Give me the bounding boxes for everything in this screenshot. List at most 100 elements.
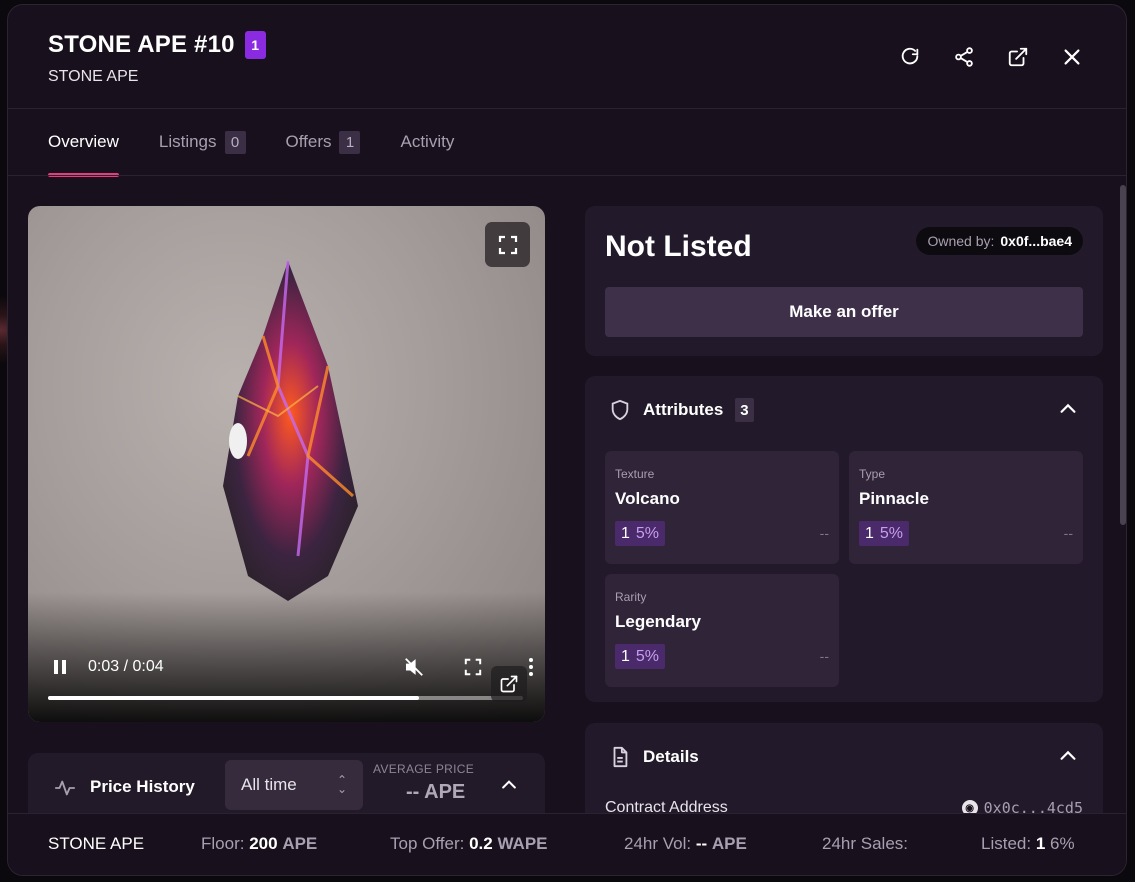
- attributes-count: 3: [735, 398, 754, 422]
- video-fullscreen-button[interactable]: [464, 652, 482, 682]
- attribute-value: Pinnacle: [859, 489, 929, 508]
- listed-percent: 6%: [1050, 834, 1075, 853]
- muted-icon: [405, 658, 423, 676]
- attribute-floor: --: [1063, 525, 1073, 541]
- chevron-up-icon[interactable]: [1057, 398, 1079, 420]
- floor-value: 200: [249, 834, 278, 853]
- chevron-up-icon[interactable]: [499, 775, 519, 795]
- top-offer-value: 0.2: [469, 834, 493, 853]
- floor-stat: Floor: 200 APE: [201, 834, 317, 854]
- video-controls: 0:03 / 0:04: [48, 652, 533, 682]
- scrollbar[interactable]: [1120, 185, 1126, 525]
- pause-icon: [54, 660, 66, 674]
- attribute-rarity-card[interactable]: Rarity Legendary 1 5% --: [605, 574, 839, 687]
- attribute-floor: --: [819, 648, 829, 664]
- volume-stat: 24hr Vol: -- APE: [624, 834, 747, 854]
- attribute-rarity: 1 5%: [859, 521, 910, 546]
- title-row: STONE APE #10 1: [48, 31, 266, 59]
- header-actions: [894, 41, 1088, 73]
- tab-listings[interactable]: Listings 0: [159, 109, 246, 175]
- volume-value: --: [695, 834, 708, 853]
- tab-label: Offers: [285, 132, 332, 151]
- attribute-percent: 5%: [635, 524, 660, 542]
- more-vertical-icon: [529, 658, 533, 676]
- listed-stat: Listed: 1 6%: [981, 834, 1075, 854]
- collection-name[interactable]: STONE APE: [48, 68, 138, 86]
- attributes-header[interactable]: Attributes 3: [609, 396, 754, 424]
- title-badge: 1: [244, 31, 266, 59]
- fullscreen-button[interactable]: [485, 222, 530, 267]
- attribute-texture[interactable]: Texture Volcano 1 5% --: [605, 451, 839, 564]
- listing-card: Not Listed Owned by: 0x0f...bae4 Make an…: [585, 206, 1103, 356]
- shield-icon: [611, 399, 629, 421]
- average-price-label: AVERAGE PRICE: [373, 762, 475, 776]
- tab-label: Overview: [48, 132, 119, 151]
- close-icon: [1064, 49, 1080, 65]
- attribute-count: 1: [621, 647, 630, 665]
- sales-stat: 24hr Sales:: [822, 834, 908, 854]
- collection-stats-bar: STONE APE Floor: 200 APE Top Offer: 0.2 …: [8, 813, 1126, 875]
- owner-address: 0x0f...bae4: [1000, 233, 1072, 249]
- listed-label: Listed:: [981, 834, 1032, 853]
- video-progress-fill: [48, 696, 419, 700]
- attribute-percent: 5%: [879, 524, 904, 542]
- top-offer-label: Top Offer:: [390, 834, 465, 853]
- time-range-value: All time: [241, 775, 297, 794]
- open-external-button[interactable]: [1002, 41, 1034, 73]
- attribute-type-card[interactable]: Type Pinnacle 1 5% --: [849, 451, 1083, 564]
- share-icon: [955, 47, 973, 67]
- tab-count: 1: [339, 130, 361, 154]
- nft-title: STONE APE #10: [48, 31, 235, 58]
- activity-icon: [54, 780, 76, 796]
- nft-artwork: [223, 260, 358, 601]
- floor-unit: APE: [282, 834, 318, 853]
- tab-activity[interactable]: Activity: [400, 109, 454, 175]
- chevron-up-icon[interactable]: [1057, 745, 1079, 767]
- volume-label: 24hr Vol:: [624, 834, 692, 853]
- external-link-icon: [500, 675, 518, 693]
- pause-button[interactable]: [52, 652, 68, 682]
- make-offer-button[interactable]: Make an offer: [605, 287, 1083, 337]
- tab-count: 0: [224, 130, 246, 154]
- listed-value: 1: [1035, 834, 1046, 853]
- average-price-value: -- APE: [406, 781, 466, 803]
- sales-label: 24hr Sales:: [822, 834, 908, 853]
- tab-overview[interactable]: Overview: [48, 109, 119, 177]
- attribute-count: 1: [621, 524, 630, 542]
- fullscreen-icon: [464, 658, 482, 676]
- floor-label: Floor:: [201, 834, 245, 853]
- details-title: Details: [643, 747, 699, 766]
- document-icon: [613, 746, 628, 768]
- attribute-type: Texture: [615, 467, 655, 481]
- open-media-button[interactable]: [491, 666, 527, 702]
- video-time: 0:03 / 0:04: [88, 658, 164, 675]
- tab-label: Activity: [400, 132, 455, 151]
- close-button[interactable]: [1056, 41, 1088, 73]
- footer-collection-name[interactable]: STONE APE: [48, 834, 144, 854]
- refresh-icon: [901, 47, 919, 65]
- owner-label: Owned by:: [927, 233, 995, 249]
- tab-label: Listings: [158, 132, 217, 151]
- mute-button[interactable]: [403, 652, 425, 682]
- attribute-floor: --: [819, 525, 829, 541]
- details-header[interactable]: Details: [609, 743, 699, 771]
- top-offer-unit: WAPE: [497, 834, 548, 853]
- tab-bar: Overview Listings 0 Offers 1 Activity: [48, 109, 454, 177]
- tab-offers[interactable]: Offers 1: [286, 109, 361, 175]
- refresh-button[interactable]: [894, 41, 926, 73]
- nft-media-player[interactable]: 0:03 / 0:04: [28, 206, 545, 722]
- nft-modal: STONE APE #10 1 STONE APE Overview Listi…: [7, 4, 1127, 876]
- attribute-type: Rarity: [615, 590, 647, 604]
- attributes-title: Attributes: [643, 400, 724, 419]
- attribute-type: Type: [859, 467, 886, 481]
- attribute-rarity: 1 5%: [615, 644, 666, 669]
- time-range-select[interactable]: All time ⌃ ⌄: [225, 760, 363, 810]
- attribute-count: 1: [865, 524, 874, 542]
- video-progress-bar[interactable]: [48, 696, 523, 700]
- share-button[interactable]: [948, 41, 980, 73]
- attribute-rarity: 1 5%: [615, 521, 666, 546]
- more-options-button[interactable]: [528, 652, 534, 682]
- expand-icon: [498, 235, 517, 254]
- owner-badge[interactable]: Owned by: 0x0f...bae4: [916, 227, 1083, 255]
- attribute-value: Legendary: [615, 612, 701, 631]
